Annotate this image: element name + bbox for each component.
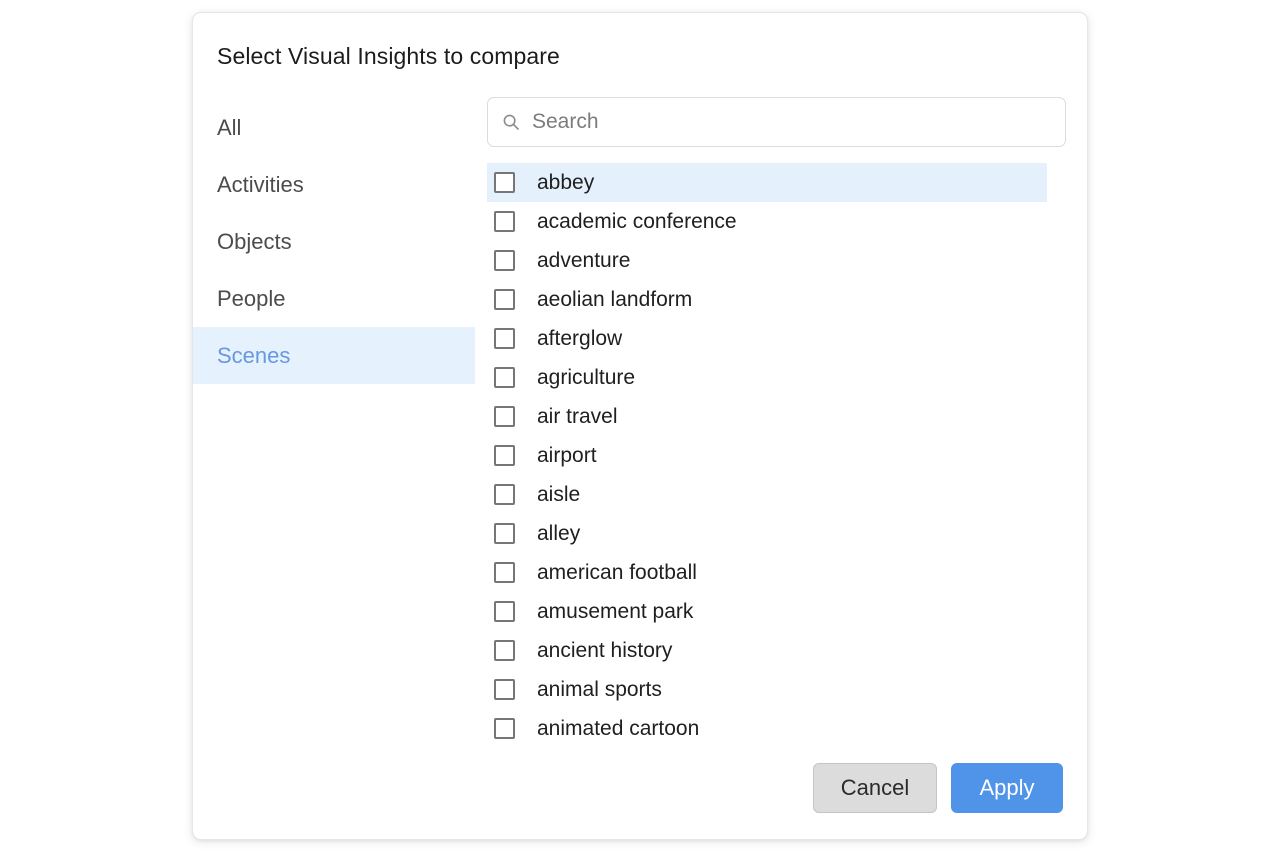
option-checkbox[interactable] — [494, 445, 515, 466]
sidebar-item-scenes[interactable]: Scenes — [193, 327, 475, 384]
option-row[interactable]: agriculture — [487, 358, 1047, 397]
dialog-title: Select Visual Insights to compare — [217, 43, 560, 70]
option-label: animal sports — [537, 678, 662, 702]
option-row[interactable]: air travel — [487, 397, 1047, 436]
option-row[interactable]: animated cartoon — [487, 709, 1047, 748]
search-icon — [502, 113, 520, 131]
option-label: adventure — [537, 249, 630, 273]
option-checkbox[interactable] — [494, 367, 515, 388]
option-row[interactable]: adventure — [487, 241, 1047, 280]
search-input[interactable] — [532, 110, 1012, 134]
search-box[interactable] — [487, 97, 1066, 147]
option-row[interactable]: american football — [487, 553, 1047, 592]
sidebar-item-label: Activities — [217, 172, 304, 198]
option-checkbox[interactable] — [494, 523, 515, 544]
option-row[interactable]: afterglow — [487, 319, 1047, 358]
option-checkbox[interactable] — [494, 640, 515, 661]
option-checkbox[interactable] — [494, 328, 515, 349]
option-label: american football — [537, 561, 697, 585]
dialog-footer: Cancel Apply — [813, 763, 1063, 813]
option-checkbox[interactable] — [494, 406, 515, 427]
option-row[interactable]: aeolian landform — [487, 280, 1047, 319]
option-checkbox[interactable] — [494, 484, 515, 505]
dialog-content: abbey academic conference adventure aeolian… — [487, 97, 1087, 839]
option-label: abbey — [537, 171, 594, 195]
sidebar-item-activities[interactable]: Activities — [193, 156, 475, 213]
sidebar-item-all[interactable]: All — [193, 99, 475, 156]
select-visual-insights-dialog: Select Visual Insights to compare All Act… — [192, 12, 1088, 840]
option-checkbox[interactable] — [494, 250, 515, 271]
option-row[interactable]: ancient history — [487, 631, 1047, 670]
sidebar-item-label: Scenes — [217, 343, 290, 369]
option-checkbox[interactable] — [494, 562, 515, 583]
apply-button[interactable]: Apply — [951, 763, 1063, 813]
option-row[interactable]: academic conference — [487, 202, 1047, 241]
option-label: aisle — [537, 483, 580, 507]
sidebar-item-objects[interactable]: Objects — [193, 213, 475, 270]
insight-option-list: abbey academic conference adventure aeolian… — [487, 163, 1047, 755]
category-sidebar: All Activities Objects People Scenes — [193, 99, 475, 384]
option-row[interactable]: airport — [487, 436, 1047, 475]
sidebar-item-people[interactable]: People — [193, 270, 475, 327]
cancel-button[interactable]: Cancel — [813, 763, 937, 813]
option-row[interactable]: abbey — [487, 163, 1047, 202]
option-label: agriculture — [537, 366, 635, 390]
option-label: animated cartoon — [537, 717, 699, 741]
option-label: air travel — [537, 405, 618, 429]
option-row[interactable]: amusement park — [487, 592, 1047, 631]
option-checkbox[interactable] — [494, 211, 515, 232]
option-row[interactable]: animal sports — [487, 670, 1047, 709]
option-checkbox[interactable] — [494, 679, 515, 700]
option-checkbox[interactable] — [494, 601, 515, 622]
option-checkbox[interactable] — [494, 289, 515, 310]
option-label: afterglow — [537, 327, 622, 351]
sidebar-item-label: Objects — [217, 229, 292, 255]
sidebar-item-label: People — [217, 286, 286, 312]
option-checkbox[interactable] — [494, 718, 515, 739]
option-label: academic conference — [537, 210, 737, 234]
option-label: aeolian landform — [537, 288, 692, 312]
sidebar-item-label: All — [217, 115, 241, 141]
option-label: ancient history — [537, 639, 672, 663]
option-label: amusement park — [537, 600, 693, 624]
option-checkbox[interactable] — [494, 172, 515, 193]
option-label: alley — [537, 522, 580, 546]
option-row[interactable]: aisle — [487, 475, 1047, 514]
option-row[interactable]: alley — [487, 514, 1047, 553]
option-label: airport — [537, 444, 597, 468]
